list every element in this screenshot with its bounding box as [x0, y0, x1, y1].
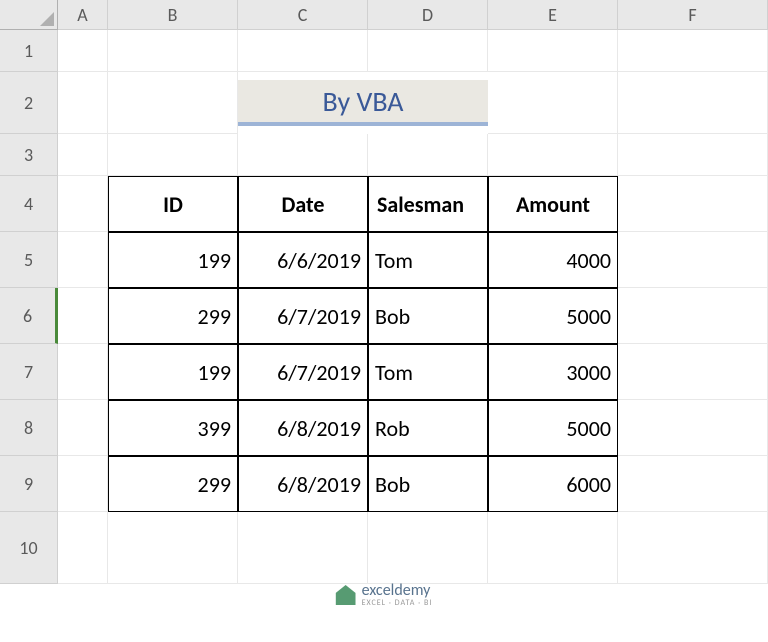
- cell-f8[interactable]: [618, 400, 768, 456]
- col-header-f[interactable]: F: [618, 0, 768, 30]
- table-cell[interactable]: Tom: [368, 344, 488, 400]
- cell-a4[interactable]: [58, 176, 108, 232]
- cell-f2[interactable]: [618, 72, 768, 134]
- cell-f4[interactable]: [618, 176, 768, 232]
- table-cell[interactable]: 6/7/2019: [238, 344, 368, 400]
- watermark-main: exceldemy: [362, 583, 433, 599]
- cell-c1[interactable]: [238, 30, 368, 72]
- table-cell[interactable]: Bob: [368, 288, 488, 344]
- table-cell[interactable]: 199: [108, 344, 238, 400]
- cell-f10[interactable]: [618, 512, 768, 584]
- table-cell[interactable]: Bob: [368, 456, 488, 512]
- cell-c3[interactable]: [238, 134, 368, 176]
- cell-a1[interactable]: [58, 30, 108, 72]
- table-cell[interactable]: 6/8/2019: [238, 456, 368, 512]
- watermark: exceldemy EXCEL · DATA · BI: [336, 583, 433, 607]
- row-header-7[interactable]: 7: [0, 344, 58, 400]
- watermark-text: exceldemy EXCEL · DATA · BI: [362, 583, 433, 607]
- table-cell[interactable]: 6/7/2019: [238, 288, 368, 344]
- cell-a2[interactable]: [58, 72, 108, 134]
- cell-a8[interactable]: [58, 400, 108, 456]
- title-cell[interactable]: By VBA: [238, 80, 488, 126]
- row-header-10[interactable]: 10: [0, 512, 58, 584]
- col-header-b[interactable]: B: [108, 0, 238, 30]
- table-header-date[interactable]: Date: [238, 176, 368, 232]
- cell-e2[interactable]: [488, 72, 618, 134]
- table-cell[interactable]: Rob: [368, 400, 488, 456]
- watermark-sub: EXCEL · DATA · BI: [362, 599, 433, 607]
- table-cell[interactable]: 3000: [488, 344, 618, 400]
- col-header-d[interactable]: D: [368, 0, 488, 30]
- cell-f5[interactable]: [618, 232, 768, 288]
- cell-e10[interactable]: [488, 512, 618, 584]
- table-cell[interactable]: 6/6/2019: [238, 232, 368, 288]
- row-header-8[interactable]: 8: [0, 400, 58, 456]
- cell-a9[interactable]: [58, 456, 108, 512]
- row-header-6[interactable]: 6: [0, 288, 58, 344]
- table-header-amount[interactable]: Amount: [488, 176, 618, 232]
- cell-a3[interactable]: [58, 134, 108, 176]
- col-header-e[interactable]: E: [488, 0, 618, 30]
- spreadsheet-grid: A B C D E F 1 2 By VBA 3 4 ID Date Sales…: [0, 0, 768, 584]
- table-cell[interactable]: 4000: [488, 232, 618, 288]
- row-header-3[interactable]: 3: [0, 134, 58, 176]
- row-header-5[interactable]: 5: [0, 232, 58, 288]
- cell-c10[interactable]: [238, 512, 368, 584]
- cell-e3[interactable]: [488, 134, 618, 176]
- cell-a10[interactable]: [58, 512, 108, 584]
- cell-f9[interactable]: [618, 456, 768, 512]
- select-all-corner[interactable]: [0, 0, 58, 30]
- table-header-salesman[interactable]: Salesman: [368, 176, 488, 232]
- cell-f1[interactable]: [618, 30, 768, 72]
- table-cell[interactable]: 199: [108, 232, 238, 288]
- exceldemy-logo-icon: [336, 585, 356, 605]
- cell-a5[interactable]: [58, 232, 108, 288]
- col-header-a[interactable]: A: [58, 0, 108, 30]
- cell-f6[interactable]: [618, 288, 768, 344]
- cell-b2[interactable]: [108, 72, 238, 134]
- cell-a6[interactable]: [58, 288, 108, 344]
- table-cell[interactable]: 5000: [488, 400, 618, 456]
- row-header-9[interactable]: 9: [0, 456, 58, 512]
- cell-d10[interactable]: [368, 512, 488, 584]
- table-cell[interactable]: 399: [108, 400, 238, 456]
- row-header-4[interactable]: 4: [0, 176, 58, 232]
- cell-d3[interactable]: [368, 134, 488, 176]
- cell-f3[interactable]: [618, 134, 768, 176]
- table-cell[interactable]: 299: [108, 456, 238, 512]
- col-header-c[interactable]: C: [238, 0, 368, 30]
- row-header-1[interactable]: 1: [0, 30, 58, 72]
- table-cell[interactable]: 6000: [488, 456, 618, 512]
- cell-b3[interactable]: [108, 134, 238, 176]
- cell-a7[interactable]: [58, 344, 108, 400]
- table-cell[interactable]: 6/8/2019: [238, 400, 368, 456]
- cell-b10[interactable]: [108, 512, 238, 584]
- table-cell[interactable]: 299: [108, 288, 238, 344]
- table-header-id[interactable]: ID: [108, 176, 238, 232]
- table-cell[interactable]: 5000: [488, 288, 618, 344]
- cell-f7[interactable]: [618, 344, 768, 400]
- table-cell[interactable]: Tom: [368, 232, 488, 288]
- cell-b1[interactable]: [108, 30, 238, 72]
- cell-e1[interactable]: [488, 30, 618, 72]
- row-header-2[interactable]: 2: [0, 72, 58, 134]
- cell-d1[interactable]: [368, 30, 488, 72]
